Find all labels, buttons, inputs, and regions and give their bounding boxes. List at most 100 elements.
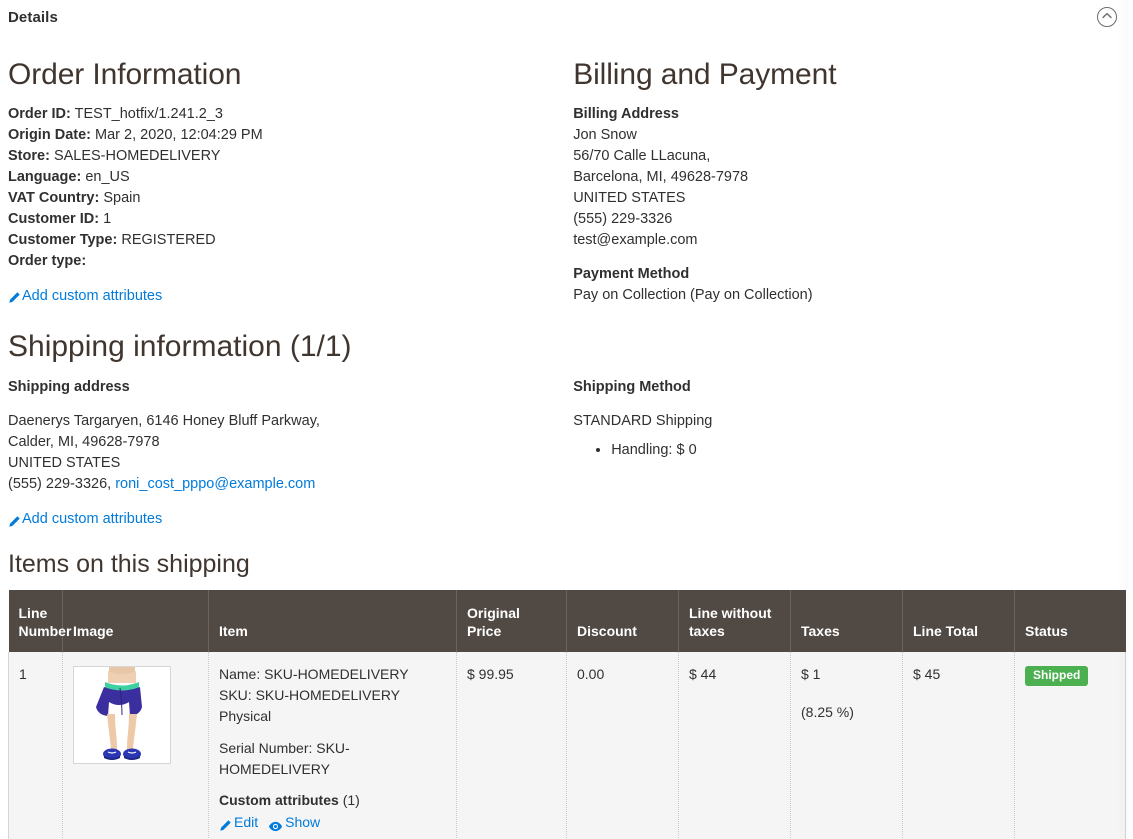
field-label: Customer Type: xyxy=(8,231,118,248)
shipping-method-bullets: Handling: $ 0 xyxy=(573,440,1125,461)
column-header-line-total[interactable]: Line Total xyxy=(902,590,1015,652)
shipping-columns: Shipping address Daenerys Targaryen, 614… xyxy=(8,377,1125,532)
shipping-contact-line: (555) 229-3326, roni_cost_pppo@example.c… xyxy=(8,474,559,495)
order-information-fields: Order ID: TEST_hotfix/1.241.2_3 Origin D… xyxy=(8,104,559,272)
items-table-body: 1 Name: SKU-HOMEDELIVERY SKU: SKU-HOMEDE… xyxy=(8,652,1126,839)
order-details-page: Details Order Information Order ID: TEST… xyxy=(0,0,1133,839)
table-row: 1 Name: SKU-HOMEDELIVERY SKU: SKU-HOMEDE… xyxy=(8,652,1126,839)
shipping-add-custom-attributes-link[interactable]: Add custom attributes xyxy=(8,509,162,529)
shipping-email-link[interactable]: roni_cost_pppo@example.com xyxy=(115,476,315,492)
cell-item: Name: SKU-HOMEDELIVERY SKU: SKU-HOMEDELI… xyxy=(208,652,457,839)
order-field-order-id: Order ID: TEST_hotfix/1.241.2_3 xyxy=(8,104,559,125)
cell-discount: 0.00 xyxy=(566,652,679,839)
billing-address-block: Jon Snow 56/70 Calle LLacuna, Barcelona,… xyxy=(573,125,1125,251)
shipping-information-heading: Shipping information (1/1) xyxy=(8,330,352,363)
column-header-line-number[interactable]: Line Number xyxy=(8,590,71,652)
column-header-original-price[interactable]: Original Price xyxy=(456,590,567,652)
cell-original-price: $ 99.95 xyxy=(456,652,567,839)
field-label: Order ID: xyxy=(8,105,71,122)
billing-address-line: UNITED STATES xyxy=(573,189,686,206)
custom-attributes-count: (1) xyxy=(342,792,360,808)
item-serial-number: Serial Number: SKU-HOMEDELIVERY xyxy=(219,740,350,777)
shipping-method-column: Shipping Method STANDARD Shipping Handli… xyxy=(573,377,1125,532)
field-label: Store: xyxy=(8,147,50,164)
column-header-taxes[interactable]: Taxes xyxy=(790,590,903,652)
chevron-up-glyph xyxy=(1102,12,1112,19)
field-label: VAT Country: xyxy=(8,189,100,206)
shipping-address-label: Shipping address xyxy=(8,379,130,395)
order-field-customer-type: Customer Type: REGISTERED xyxy=(8,230,559,251)
order-field-customer-id: Customer ID: 1 xyxy=(8,209,559,230)
order-field-language: Language: en_US xyxy=(8,167,559,188)
order-information-heading: Order Information xyxy=(8,58,242,91)
billing-address-email: test@example.com xyxy=(573,231,698,248)
column-header-status[interactable]: Status xyxy=(1014,590,1126,652)
shipping-method-label: Shipping Method xyxy=(573,379,691,395)
items-table-head: Line Number Image Item Original Price Di… xyxy=(8,590,1126,652)
order-field-order-type: Order type: xyxy=(8,251,559,272)
billing-and-payment-column: Billing and Payment Billing Address Jon … xyxy=(573,40,1125,308)
items-table-heading: Items on this shipping xyxy=(8,549,250,578)
eye-icon xyxy=(268,818,283,831)
shipping-address-line: UNITED STATES xyxy=(8,455,121,471)
payment-method-label: Payment Method xyxy=(573,265,690,282)
order-information-column: Order Information Order ID: TEST_hotfix/… xyxy=(8,40,573,308)
items-table: Line Number Image Item Original Price Di… xyxy=(8,590,1126,839)
billing-address-line: 56/70 Calle LLacuna, xyxy=(573,147,711,164)
link-label: Add custom attributes xyxy=(22,287,163,304)
order-add-custom-attributes-link[interactable]: Add custom attributes xyxy=(8,286,162,306)
taxes-percent: (8.25 %) xyxy=(801,704,854,720)
item-action-links: Edit Show xyxy=(219,812,446,832)
column-header-image[interactable]: Image xyxy=(62,590,209,652)
order-field-vat-country: VAT Country: Spain xyxy=(8,188,559,209)
cell-image xyxy=(62,652,209,839)
edit-custom-attributes-link[interactable]: Edit xyxy=(219,812,258,832)
field-value: Spain xyxy=(103,189,141,206)
billing-address-line: Jon Snow xyxy=(573,126,637,143)
status-badge: Shipped xyxy=(1025,666,1089,686)
shipping-method-value: STANDARD Shipping xyxy=(573,413,713,429)
page-title: Details xyxy=(8,9,58,26)
billing-address-label: Billing Address xyxy=(573,105,679,122)
items-table-header-row: Line Number Image Item Original Price Di… xyxy=(8,590,1126,652)
column-header-discount[interactable]: Discount xyxy=(566,590,679,652)
item-custom-attributes-title: Custom attributes (1) xyxy=(219,790,446,811)
field-value: REGISTERED xyxy=(121,231,216,248)
item-name: Name: SKU-HOMEDELIVERY xyxy=(219,666,409,682)
cell-line-number: 1 xyxy=(8,652,63,839)
show-label: Show xyxy=(285,814,321,830)
billing-address-phone: (555) 229-3326 xyxy=(573,210,673,227)
field-value: SALES-HOMEDELIVERY xyxy=(53,147,221,164)
details-section-header: Details xyxy=(8,0,1125,40)
cell-line-without-taxes: $ 44 xyxy=(678,652,791,839)
field-value: en_US xyxy=(85,168,130,185)
pencil-icon xyxy=(8,290,21,303)
product-thumbnail-athletic-shorts[interactable] xyxy=(73,666,171,764)
chevron-up-circle-icon[interactable] xyxy=(1097,7,1117,27)
payment-method-value: Pay on Collection (Pay on Collection) xyxy=(573,286,813,303)
billing-and-payment-heading: Billing and Payment xyxy=(573,58,837,91)
pencil-icon xyxy=(8,514,21,527)
field-value: TEST_hotfix/1.241.2_3 xyxy=(74,105,223,122)
show-custom-attributes-link[interactable]: Show xyxy=(268,812,320,832)
edit-label: Edit xyxy=(234,814,259,830)
taxes-amount: $ 1 xyxy=(801,666,821,682)
column-header-line-without-taxes[interactable]: Line without taxes xyxy=(678,590,791,652)
cell-status: Shipped xyxy=(1014,652,1126,839)
shipping-address-column: Shipping address Daenerys Targaryen, 614… xyxy=(8,377,573,532)
field-label: Language: xyxy=(8,168,82,185)
field-label: Customer ID: xyxy=(8,210,100,227)
billing-address-line: Barcelona, MI, 49628-7978 xyxy=(573,168,749,185)
product-photo-illustration xyxy=(74,667,170,763)
cell-taxes: $ 1 (8.25 %) xyxy=(790,652,903,839)
shipping-phone: (555) 229-3326, xyxy=(8,476,112,492)
field-value: 1 xyxy=(103,210,112,227)
shipping-address-line: Daenerys Targaryen, 6146 Honey Bluff Par… xyxy=(8,413,320,429)
shipping-address-line: Calder, MI, 49628-7978 xyxy=(8,434,160,450)
column-header-item[interactable]: Item xyxy=(208,590,457,652)
field-label: Origin Date: xyxy=(8,126,91,143)
item-sku: SKU: SKU-HOMEDELIVERY xyxy=(219,687,401,703)
